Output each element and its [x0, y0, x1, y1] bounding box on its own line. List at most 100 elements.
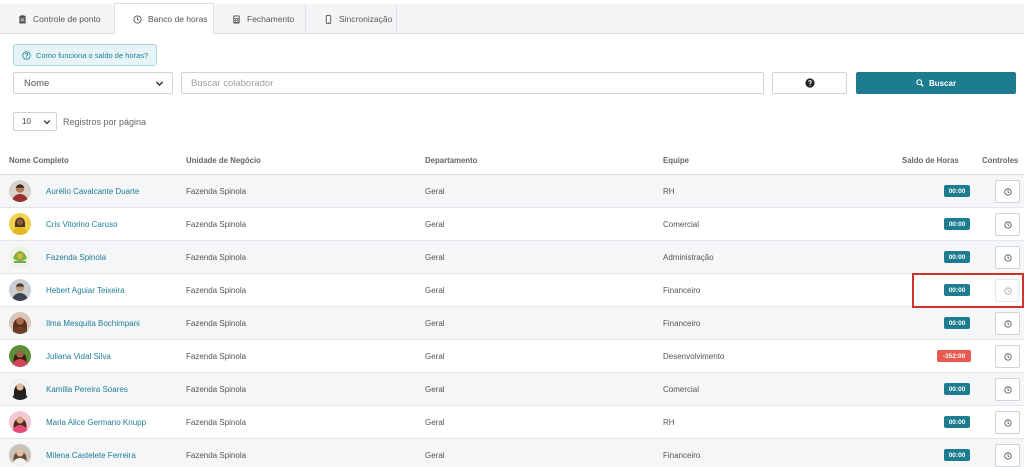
search-button[interactable]: Buscar [856, 72, 1016, 94]
history-button[interactable] [995, 213, 1020, 236]
balance-badge: 00:00 [944, 449, 970, 461]
tab-label: Banco de horas [148, 14, 208, 24]
table-row: Ilma Mesquita Bochimpani Fazenda Spinola… [0, 307, 1024, 340]
unit-cell: Fazenda Spinola [186, 385, 247, 394]
tab-controle-de-ponto[interactable]: Controle de ponto [0, 4, 115, 34]
chevron-down-icon [43, 119, 51, 124]
tab-sincronizacao[interactable]: Sincronização [306, 4, 397, 34]
balance-badge: 00:00 [944, 251, 970, 263]
per-page-control: 10 Registros por página [13, 112, 146, 131]
avatar [9, 246, 31, 268]
clock-icon [1003, 187, 1012, 196]
tab-label: Controle de ponto [33, 14, 101, 24]
team-cell: Financeiro [663, 286, 701, 295]
department-cell: Geral [425, 253, 445, 262]
department-cell: Geral [425, 451, 445, 460]
team-cell: Financeiro [663, 451, 701, 460]
employee-name-link[interactable]: Fazenda Spinola [46, 253, 106, 262]
header-name[interactable]: Nome Completo [9, 156, 69, 165]
history-button[interactable] [995, 378, 1020, 401]
employee-name-link[interactable]: Kamilla Pereira Soares [46, 385, 128, 394]
department-cell: Geral [425, 352, 445, 361]
history-button[interactable] [995, 444, 1020, 467]
employee-name-link[interactable]: Ilma Mesquita Bochimpani [46, 319, 140, 328]
tab-label: Fechamento [247, 14, 295, 24]
tab-bar: Controle de ponto Banco de horas Fechame… [0, 3, 1024, 34]
help-label: Como funciona o saldo de horas? [36, 50, 149, 60]
balance-badge: 00:00 [944, 383, 970, 395]
history-button[interactable] [995, 279, 1020, 302]
history-button[interactable] [995, 180, 1020, 203]
search-button-label: Buscar [928, 78, 957, 88]
header-unit[interactable]: Unidade de Negócio [186, 156, 261, 165]
employee-name-link[interactable]: Milena Castelete Ferreira [46, 451, 136, 460]
employee-name-link[interactable]: Hebert Aguiar Teixeira [46, 286, 125, 295]
balance-badge: 00:00 [944, 284, 970, 296]
tab-fechamento[interactable]: Fechamento [214, 4, 306, 34]
employee-name-link[interactable]: Aurélio Cavalcante Duarte [46, 187, 139, 196]
clock-icon [1003, 418, 1012, 427]
header-balance[interactable]: Saldo de Horas [902, 156, 959, 165]
table-row: Hebert Aguiar Teixeira Fazenda Spinola G… [0, 274, 1024, 307]
avatar [9, 378, 31, 400]
team-cell: Desenvolvimento [663, 352, 725, 361]
clock-icon [133, 14, 142, 24]
table-row: Kamilla Pereira Soares Fazenda Spinola G… [0, 373, 1024, 406]
question-circle-icon [22, 50, 31, 60]
table-row: Fazenda Spinola Fazenda Spinola Geral Ad… [0, 241, 1024, 274]
balance-badge-negative: -352:00 [937, 350, 971, 362]
clock-icon [1003, 319, 1012, 328]
department-cell: Geral [425, 319, 445, 328]
search-field-select[interactable]: Nome [13, 72, 173, 94]
header-controls: Controles [982, 156, 1019, 165]
unit-cell: Fazenda Spinola [186, 418, 247, 427]
calculator-icon [233, 14, 240, 24]
unit-cell: Fazenda Spinola [186, 253, 247, 262]
help-saldo-button[interactable]: Como funciona o saldo de horas? [13, 44, 157, 66]
search-input[interactable] [181, 72, 764, 94]
mobile-icon [325, 14, 332, 24]
table-row: Maria Alice Germano Knupp Fazenda Spinol… [0, 406, 1024, 439]
balance-badge: 00:00 [944, 218, 970, 230]
per-page-label: Registros por página [63, 116, 147, 127]
table-row: Milena Castelete Ferreira Fazenda Spinol… [0, 439, 1024, 467]
team-cell: RH [663, 187, 675, 196]
department-cell: Geral [425, 418, 445, 427]
question-circle-icon [804, 78, 815, 88]
employee-name-link[interactable]: Maria Alice Germano Knupp [46, 418, 146, 427]
history-button[interactable] [995, 411, 1020, 434]
employee-name-link[interactable]: Cris Vitorino Caruso [46, 220, 117, 229]
team-cell: Administração [663, 253, 714, 262]
tab-banco-de-horas[interactable]: Banco de horas [114, 3, 214, 34]
unit-cell: Fazenda Spinola [186, 451, 247, 460]
search-help-button[interactable] [772, 72, 847, 94]
table-row: Aurélio Cavalcante Duarte Fazenda Spinol… [0, 175, 1024, 208]
per-page-select[interactable]: 10 [13, 112, 57, 131]
history-button[interactable] [995, 345, 1020, 368]
table-row: Cris Vitorino Caruso Fazenda Spinola Ger… [0, 208, 1024, 241]
clock-icon [1003, 253, 1012, 262]
clock-icon [1003, 451, 1012, 460]
unit-cell: Fazenda Spinola [186, 286, 247, 295]
header-team[interactable]: Equipe [663, 156, 689, 165]
team-cell: Comercial [663, 220, 700, 229]
chevron-down-icon [155, 80, 164, 86]
avatar [9, 312, 31, 334]
team-cell: Comercial [663, 385, 700, 394]
avatar [9, 180, 31, 202]
unit-cell: Fazenda Spinola [186, 352, 247, 361]
per-page-value: 10 [22, 117, 31, 126]
header-department[interactable]: Departamento [425, 156, 477, 165]
history-button[interactable] [995, 312, 1020, 335]
history-button[interactable] [995, 246, 1020, 269]
employee-name-link[interactable]: Juliana Vidal Silva [46, 352, 111, 361]
clock-icon [1003, 385, 1012, 394]
unit-cell: Fazenda Spinola [186, 187, 247, 196]
department-cell: Geral [425, 286, 445, 295]
clock-icon [1003, 352, 1012, 361]
clock-icon [1003, 220, 1012, 229]
department-cell: Geral [425, 385, 445, 394]
unit-cell: Fazenda Spinola [186, 319, 247, 328]
department-cell: Geral [425, 187, 445, 196]
avatar [9, 411, 31, 433]
